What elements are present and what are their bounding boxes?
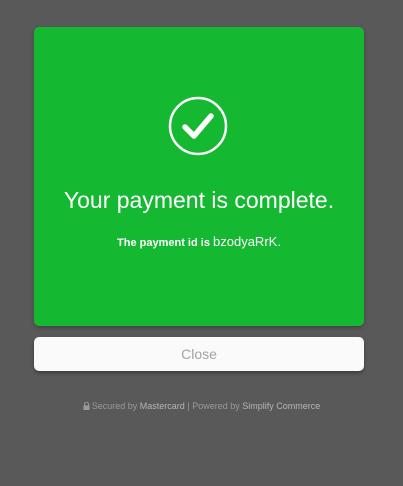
simplify-commerce-link[interactable]: Simplify Commerce bbox=[242, 401, 320, 411]
payment-success-card: Your payment is complete. The payment id… bbox=[34, 27, 364, 326]
payment-id-period: . bbox=[277, 234, 281, 249]
lock-icon bbox=[83, 401, 90, 412]
payment-complete-title: Your payment is complete. bbox=[63, 187, 335, 213]
payment-id-value: bzodyaRrK bbox=[213, 234, 278, 249]
payment-id-text: The payment id is bzodyaRrK. bbox=[34, 234, 364, 249]
footer-separator: | bbox=[187, 401, 190, 411]
close-button[interactable]: Close bbox=[34, 337, 364, 371]
secured-by-label: Secured by bbox=[91, 401, 138, 411]
mastercard-link[interactable]: Mastercard bbox=[140, 401, 185, 411]
payment-id-label: The payment id is bbox=[117, 237, 210, 249]
check-circle-icon bbox=[168, 96, 228, 156]
powered-by-label: Powered by bbox=[192, 401, 240, 411]
payment-complete-screen: Your payment is complete. The payment id… bbox=[0, 0, 403, 486]
footer-credits: Secured by Mastercard | Powered by Simpl… bbox=[0, 401, 403, 412]
